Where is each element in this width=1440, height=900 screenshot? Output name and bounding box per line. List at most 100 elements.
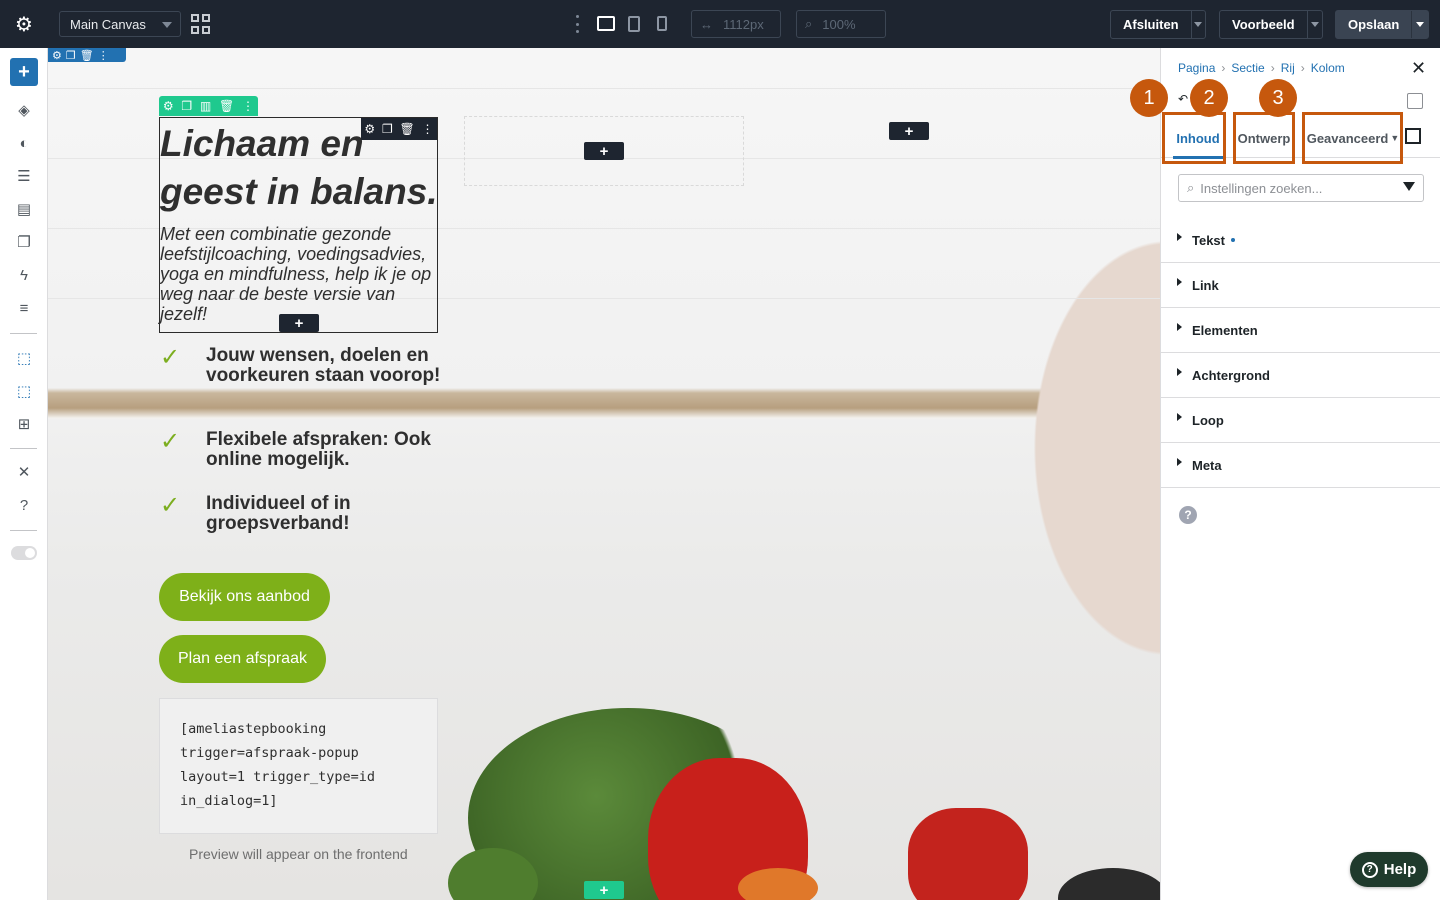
add-module-button[interactable]: + xyxy=(584,142,624,160)
canvas-select[interactable]: Main Canvas xyxy=(59,11,181,37)
gear-icon[interactable]: ⚙ xyxy=(364,122,375,136)
preview-note: Preview will appear on the frontend xyxy=(189,846,408,862)
database-icon[interactable]: ☰ xyxy=(14,166,34,186)
settings-search-input[interactable]: ⌕ Instellingen zoeken... xyxy=(1178,174,1424,202)
accordion-elements[interactable]: Elementen xyxy=(1161,308,1440,353)
preview-button[interactable]: Voorbeeld xyxy=(1219,10,1323,39)
list-item-text: Flexibele afspraken: Ook online mogelijk… xyxy=(206,429,431,470)
filter-icon[interactable] xyxy=(1403,182,1415,191)
accordion-label: Meta xyxy=(1192,457,1222,473)
save-dropdown-toggle[interactable] xyxy=(1411,11,1428,38)
sidebar-divider xyxy=(10,333,37,334)
add-section-button[interactable]: + xyxy=(584,881,624,899)
list-item-text: Jouw wensen, doelen en voorkeuren staan … xyxy=(206,345,441,386)
chevron-down-icon xyxy=(1416,22,1425,27)
help-question-icon[interactable]: ? xyxy=(1179,506,1197,524)
help-question-icon[interactable]: ? xyxy=(14,495,34,515)
help-button[interactable]: ? Help xyxy=(1350,852,1428,887)
view-offer-button[interactable]: Bekijk ons aanbod xyxy=(159,573,330,621)
square-toggle-icon[interactable] xyxy=(1405,128,1421,144)
sidebar-divider xyxy=(10,448,37,449)
grid-layout-icon[interactable] xyxy=(191,14,211,34)
chevron-right-icon: › xyxy=(1300,61,1305,75)
section-toolbar[interactable]: ⚙ ❐ 🗑 ⋮ xyxy=(48,48,126,62)
accordion-meta[interactable]: Meta xyxy=(1161,443,1440,488)
check-icon: ✓ xyxy=(160,344,181,371)
lightning-icon[interactable]: ϟ xyxy=(14,265,34,285)
layers-icon[interactable]: ◈ xyxy=(14,100,34,120)
duplicate-icon[interactable]: ❐ xyxy=(382,122,393,136)
breadcrumb-row[interactable]: Rij xyxy=(1281,61,1295,75)
style-icon[interactable]: ◐ xyxy=(14,133,34,153)
trash-icon[interactable]: 🗑 xyxy=(219,99,234,113)
responsive-preview-icon[interactable]: ⊞ xyxy=(14,414,34,434)
book-appointment-button[interactable]: Plan een afspraak xyxy=(159,635,326,683)
top-toolbar: ⚙ Main Canvas ↔ 1112px ⌕ 100% Afsluiten … xyxy=(0,0,1440,48)
desktop-view-icon[interactable] xyxy=(597,16,615,31)
more-vertical-icon[interactable]: ⋮ xyxy=(242,99,254,113)
undo-icon[interactable]: ↶ xyxy=(1178,92,1188,106)
caret-right-icon xyxy=(1177,458,1182,466)
gear-icon[interactable]: ⚙ xyxy=(52,49,62,62)
tools-icon[interactable]: ✕ xyxy=(14,462,34,482)
add-element-button[interactable]: + xyxy=(10,58,38,86)
chevron-down-icon xyxy=(162,22,172,28)
dark-mode-toggle[interactable] xyxy=(11,546,37,560)
add-module-button[interactable]: + xyxy=(889,122,929,140)
zoom-input[interactable]: ⌕ 100% xyxy=(796,10,886,38)
module-toolbar[interactable]: ⚙ ❐ 🗑 ⋮ xyxy=(361,118,437,140)
pages-icon[interactable]: ❐ xyxy=(14,232,34,252)
select-parent-icon[interactable]: ⬚ xyxy=(14,381,34,401)
dish-image xyxy=(1058,868,1160,900)
select-element-icon[interactable]: ⬚ xyxy=(14,348,34,368)
preview-button-label: Voorbeeld xyxy=(1232,17,1295,32)
duplicate-icon[interactable]: ❐ xyxy=(66,49,76,62)
accordion-loop[interactable]: Loop xyxy=(1161,398,1440,443)
accordion-text[interactable]: Tekst xyxy=(1161,218,1440,263)
add-module-button[interactable]: + xyxy=(279,314,319,332)
trash-icon[interactable]: 🗑 xyxy=(80,49,94,62)
mobile-view-icon[interactable] xyxy=(657,16,667,31)
duplicate-icon[interactable]: ❐ xyxy=(181,99,192,113)
templates-icon[interactable]: ≡ xyxy=(14,298,34,318)
accordion-link[interactable]: Link xyxy=(1161,263,1440,308)
preview-dropdown-toggle[interactable] xyxy=(1306,11,1322,38)
more-vertical-icon[interactable] xyxy=(574,15,580,33)
close-button[interactable]: Afsluiten xyxy=(1110,10,1206,39)
shortcode-block[interactable]: [ameliastepbooking trigger=afspraak-popu… xyxy=(159,698,438,834)
tablet-view-icon[interactable] xyxy=(628,16,640,32)
caret-right-icon xyxy=(1177,323,1182,331)
canvas-width-input[interactable]: ↔ 1112px xyxy=(691,10,781,38)
accordion-label: Tekst xyxy=(1192,232,1225,248)
trash-icon[interactable]: 🗑 xyxy=(400,122,415,136)
editor-canvas[interactable]: ⚙ ❐ 🗑 ⋮ ⚙ ❐ ▥ 🗑 ⋮ Lichaam en geest in ba… xyxy=(48,48,1160,900)
check-icon: ✓ xyxy=(160,492,181,519)
breadcrumb-page[interactable]: Pagina xyxy=(1178,61,1215,75)
close-icon[interactable]: ✕ xyxy=(1411,58,1427,78)
help-button-label: Help xyxy=(1383,861,1417,878)
red-pepper-image xyxy=(908,808,1028,900)
chevron-down-icon xyxy=(1194,22,1203,27)
columns-icon[interactable]: ▥ xyxy=(200,99,211,113)
annotation-box xyxy=(1162,112,1226,164)
forms-icon[interactable]: ▤ xyxy=(14,199,34,219)
panel-options-icon[interactable] xyxy=(1407,93,1423,109)
close-dropdown-toggle[interactable] xyxy=(1190,11,1205,38)
column-toolbar[interactable]: ⚙ ❐ ▥ 🗑 ⋮ xyxy=(159,96,258,116)
search-placeholder: Instellingen zoeken... xyxy=(1200,180,1323,196)
breadcrumb-section[interactable]: Sectie xyxy=(1231,61,1264,75)
chevron-right-icon: › xyxy=(1270,61,1275,75)
settings-gear-icon[interactable]: ⚙ xyxy=(0,0,48,48)
list-item: ✓ Jouw wensen, doelen en voorkeuren staa… xyxy=(160,346,450,386)
save-button[interactable]: Opslaan xyxy=(1335,10,1429,39)
chevron-down-icon xyxy=(1310,22,1319,27)
save-button-label: Opslaan xyxy=(1348,17,1400,32)
width-icon: ↔ xyxy=(700,16,713,32)
accordion-label: Link xyxy=(1192,277,1219,293)
gear-icon[interactable]: ⚙ xyxy=(163,99,174,113)
more-vertical-icon[interactable]: ⋮ xyxy=(98,49,109,62)
accordion-background[interactable]: Achtergrond xyxy=(1161,353,1440,398)
more-vertical-icon[interactable]: ⋮ xyxy=(422,122,434,136)
breadcrumb-column[interactable]: Kolom xyxy=(1311,61,1345,75)
hero-intro-text[interactable]: Met een combinatie gezonde leefstijlcoac… xyxy=(160,224,436,324)
